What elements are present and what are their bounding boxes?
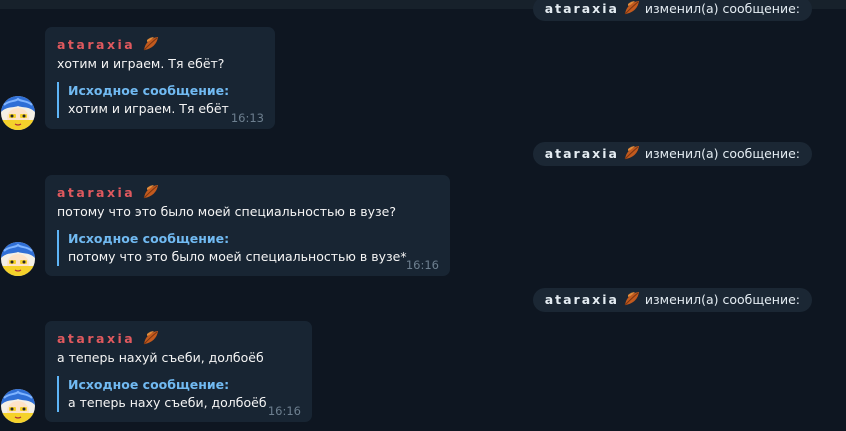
- message-text: потому что это было моей специальностью …: [57, 204, 396, 219]
- avatar[interactable]: [1, 96, 35, 130]
- quote-text: потому что это было моей специальностью …: [68, 249, 407, 264]
- service-action-text: изменил(а) сообщение:: [640, 292, 800, 307]
- service-actor-name[interactable]: ataraxia: [545, 292, 619, 307]
- service-action-text: изменил(а) сообщение:: [640, 146, 800, 161]
- service-message-edited: ataraxia изменил(а) сообщение:: [532, 142, 812, 166]
- fallen-leaf-icon: [623, 291, 641, 307]
- message-bubble[interactable]: ataraxia хотим и играем. Тя ебёт? Исходн…: [45, 27, 275, 129]
- fallen-leaf-icon: [623, 0, 641, 16]
- service-message-edited: ataraxia изменил(а) сообщение:: [532, 288, 812, 312]
- fallen-leaf-icon: [142, 36, 160, 52]
- quote-title: Исходное сообщение:: [68, 377, 230, 392]
- message-bubble[interactable]: ataraxia потому что это было моей специа…: [45, 175, 450, 276]
- quote-title: Исходное сообщение:: [68, 83, 230, 98]
- avatar[interactable]: [1, 389, 35, 423]
- fallen-leaf-icon: [142, 330, 160, 346]
- fallen-leaf-icon: [623, 145, 641, 161]
- fallen-leaf-icon: [142, 184, 160, 200]
- service-actor-name[interactable]: ataraxia: [545, 146, 619, 161]
- message-timestamp: 16:16: [267, 404, 301, 418]
- message-author[interactable]: ataraxia: [57, 184, 438, 202]
- message-text: хотим и играем. Тя ебёт?: [57, 56, 225, 71]
- message-timestamp: 16:13: [230, 111, 264, 125]
- message-bubble[interactable]: ataraxia а теперь нахуй съеби, долбоёб И…: [45, 321, 312, 422]
- message-timestamp: 16:16: [405, 258, 439, 272]
- message-text: а теперь нахуй съеби, долбоёб: [57, 350, 264, 365]
- author-name[interactable]: ataraxia: [57, 185, 135, 200]
- author-name[interactable]: ataraxia: [57, 37, 135, 52]
- avatar[interactable]: [1, 242, 35, 276]
- message-author[interactable]: ataraxia: [57, 330, 300, 348]
- original-message-quote[interactable]: Исходное сообщение: потому что это было …: [57, 230, 438, 266]
- quote-text: а теперь наху съеби, долбоёб: [68, 395, 267, 410]
- service-actor-name[interactable]: ataraxia: [545, 1, 619, 16]
- author-name[interactable]: ataraxia: [57, 331, 135, 346]
- service-action-text: изменил(а) сообщение:: [640, 1, 800, 16]
- quote-title: Исходное сообщение:: [68, 231, 230, 246]
- original-message-quote[interactable]: Исходное сообщение: а теперь наху съеби,…: [57, 376, 300, 412]
- message-author[interactable]: ataraxia: [57, 36, 263, 54]
- service-message-edited: ataraxia изменил(а) сообщение:: [532, 0, 812, 21]
